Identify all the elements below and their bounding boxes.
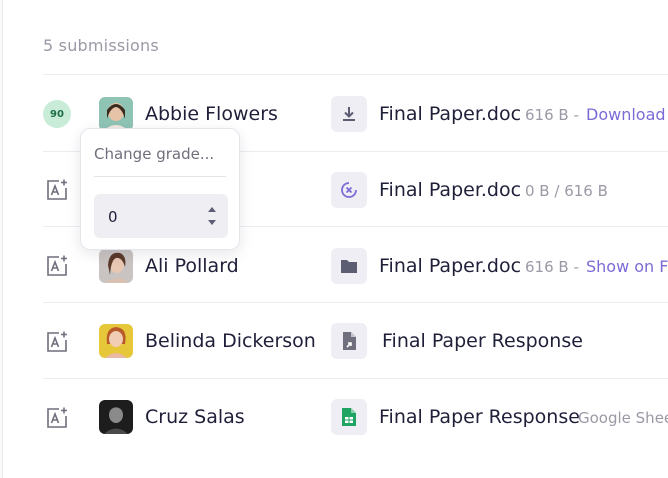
student-name: Belinda Dickerson	[145, 330, 316, 352]
file-name[interactable]: Final Paper.doc	[379, 179, 521, 201]
student-name: Abbie Flowers	[145, 103, 278, 125]
avatar	[99, 400, 133, 434]
show-in-finder-link[interactable]: Show on Fi	[586, 257, 668, 276]
avatar	[99, 324, 133, 358]
add-grade-icon[interactable]	[45, 254, 69, 278]
file-name[interactable]: Final Paper Response	[382, 330, 583, 352]
grade-input-value[interactable]: 0	[108, 208, 118, 226]
file-size: 616 B -	[525, 106, 579, 124]
divider	[43, 378, 668, 379]
submission-count: 5 submissions	[43, 36, 159, 55]
add-grade-icon[interactable]	[45, 330, 69, 354]
student-name: Cruz Salas	[145, 406, 245, 428]
cancel-upload-icon[interactable]	[331, 172, 367, 208]
avatar	[99, 249, 133, 283]
grade-stepper[interactable]: 0	[94, 194, 228, 238]
shared-document-icon[interactable]	[331, 323, 367, 359]
file-name[interactable]: Final Paper.doc	[379, 255, 521, 277]
google-sheets-icon[interactable]	[331, 399, 367, 435]
add-grade-icon[interactable]	[45, 406, 69, 430]
stepper-arrows[interactable]	[206, 204, 218, 228]
submissions-panel: 5 submissions 90 Abbie Flowers Final Pap…	[2, 0, 668, 478]
file-name[interactable]: Final Paper.doc	[379, 103, 521, 125]
submission-row: Cruz Salas Final Paper Response Google S…	[3, 388, 668, 448]
increment-icon	[208, 207, 216, 212]
divider	[43, 74, 668, 75]
decrement-icon	[208, 220, 216, 225]
student-name: Ali Pollard	[145, 255, 239, 277]
file-name[interactable]: Final Paper Response	[379, 406, 580, 428]
divider	[43, 302, 668, 303]
popover-title: Change grade...	[94, 145, 215, 163]
download-link[interactable]: Download	[586, 105, 666, 124]
download-icon[interactable]	[331, 96, 367, 132]
file-size: 616 B -	[525, 258, 579, 276]
avatar	[99, 97, 133, 131]
folder-icon[interactable]	[331, 248, 367, 284]
change-grade-popover: Change grade... 0	[80, 128, 240, 250]
add-grade-icon[interactable]	[45, 178, 69, 202]
upload-progress: 0 B / 616 B	[525, 182, 608, 200]
file-type: Google Shee	[578, 409, 668, 427]
divider	[94, 176, 226, 177]
submission-row: Belinda Dickerson Final Paper Response	[3, 312, 668, 372]
grade-badge[interactable]: 90	[43, 100, 71, 128]
